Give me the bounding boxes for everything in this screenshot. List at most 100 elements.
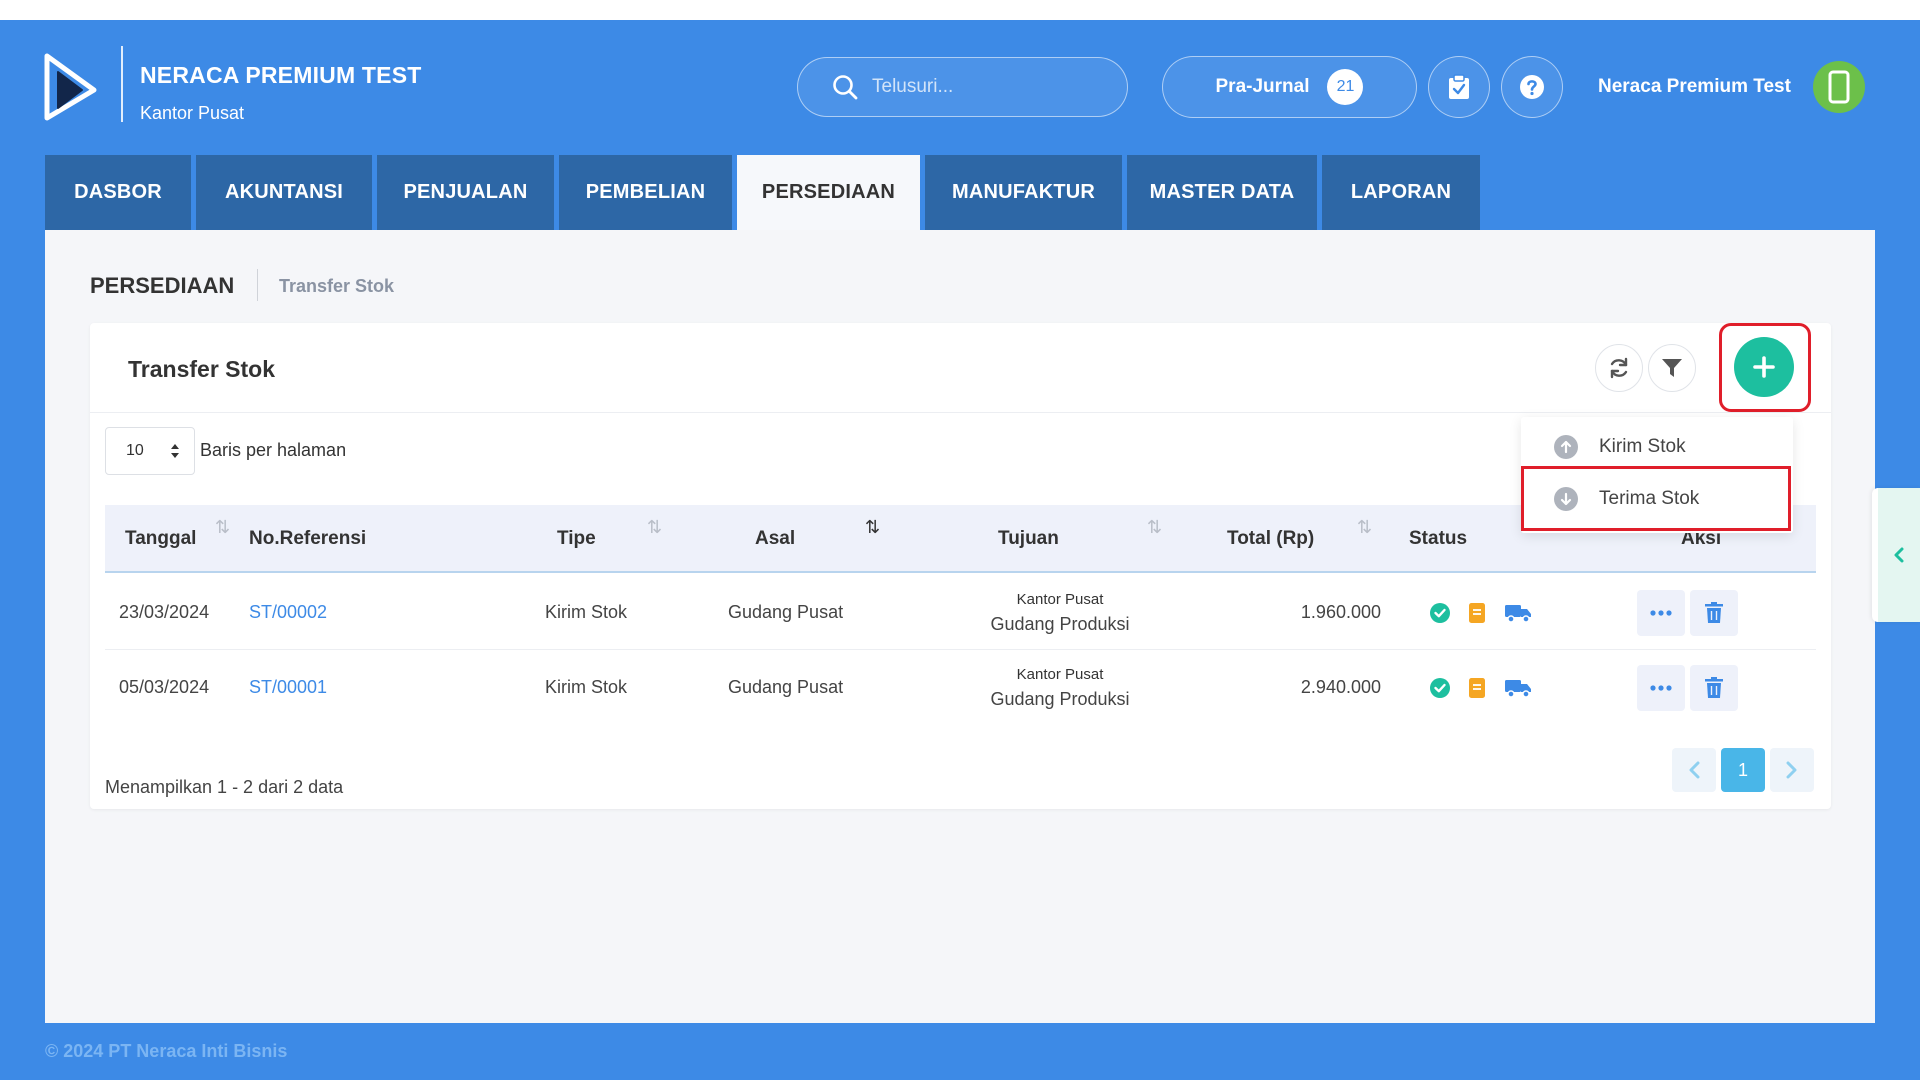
more-actions-button[interactable] — [1637, 665, 1685, 711]
delete-button[interactable] — [1690, 590, 1738, 636]
prev-page-button[interactable] — [1672, 748, 1716, 792]
check-circle-icon — [1430, 602, 1450, 623]
cell-ref-link[interactable]: ST/00001 — [249, 650, 327, 725]
truck-icon — [1505, 604, 1531, 623]
col-tipe[interactable]: Tipe — [557, 505, 596, 573]
avatar[interactable] — [1813, 61, 1865, 113]
user-name[interactable]: Neraca Premium Test — [1598, 76, 1791, 98]
col-status: Status — [1409, 528, 1468, 549]
sort-icon[interactable]: ⇅ — [1357, 517, 1372, 538]
logo-divider — [121, 46, 123, 122]
sort-icon[interactable]: ⇅ — [647, 517, 662, 538]
mobile-icon — [1828, 70, 1850, 104]
rows-per-page-value: 10 — [126, 442, 144, 459]
pagination-info: Menampilkan 1 - 2 dari 2 data — [105, 777, 344, 797]
sort-caret-icon — [171, 444, 179, 458]
tab-master-data[interactable]: MASTER DATA — [1127, 155, 1317, 230]
side-panel-toggle[interactable] — [1872, 488, 1920, 622]
plus-icon — [1753, 356, 1775, 378]
cell-type: Kirim Stok — [545, 677, 628, 697]
prajurnal-button[interactable]: Pra-Jurnal 21 — [1162, 56, 1417, 118]
more-actions-button[interactable] — [1637, 590, 1685, 636]
clipboard-button[interactable] — [1428, 56, 1490, 118]
side-panel-toggle-inner — [1878, 488, 1920, 622]
sort-icon[interactable]: ⇅ — [1147, 517, 1162, 538]
logo-icon — [44, 53, 97, 121]
next-page-button[interactable] — [1770, 748, 1814, 792]
arrow-up-circle-icon — [1554, 435, 1578, 459]
col-asal[interactable]: Asal — [755, 505, 795, 573]
card-title: Transfer Stok — [128, 356, 275, 382]
help-button[interactable] — [1501, 56, 1563, 118]
cell-type: Kirim Stok — [545, 602, 628, 622]
cell-total: 2.940.000 — [1300, 677, 1381, 697]
col-no-referensi[interactable]: No.Referensi — [249, 505, 366, 573]
tab-akuntansi[interactable]: AKUNTANSI — [196, 155, 372, 230]
tab-manufaktur[interactable]: MANUFAKTUR — [925, 155, 1122, 230]
table-row: 05/03/2024 ST/00001 Kirim Stok Gudang Pu… — [105, 650, 1816, 725]
cell-destination: Kantor Pusat Gudang Produksi — [985, 575, 1135, 650]
ellipsis-icon — [1650, 685, 1672, 691]
trash-icon — [1705, 602, 1723, 623]
question-icon — [1520, 75, 1544, 99]
app-frame: NERACA PREMIUM TEST Kantor Pusat Pra-Jur… — [0, 20, 1920, 1080]
table-row: 23/03/2024 ST/00002 Kirim Stok Gudang Pu… — [105, 575, 1816, 650]
filter-icon — [1662, 359, 1682, 377]
document-icon — [1469, 602, 1485, 623]
refresh-button[interactable] — [1595, 344, 1643, 392]
refresh-icon — [1610, 357, 1628, 379]
cell-status — [1430, 650, 1532, 725]
document-icon — [1469, 677, 1485, 698]
cell-ref-link[interactable]: ST/00002 — [249, 575, 327, 650]
cell-date: 23/03/2024 — [119, 602, 210, 622]
card-header-divider — [90, 412, 1831, 413]
clipboard-check-icon — [1449, 74, 1469, 99]
search-box[interactable] — [797, 57, 1128, 117]
cell-origin: Gudang Pusat — [728, 602, 844, 622]
col-tujuan[interactable]: Tujuan — [998, 505, 1059, 573]
cell-status — [1430, 575, 1532, 650]
chevron-left-icon — [1689, 761, 1700, 779]
truck-icon — [1505, 679, 1531, 698]
filter-button[interactable] — [1648, 344, 1696, 392]
dest-warehouse: Gudang Produksi — [990, 613, 1130, 634]
tab-persediaan[interactable]: PERSEDIAAN — [737, 155, 920, 230]
rows-per-page-label: Baris per halaman — [200, 440, 347, 460]
prajurnal-label: Pra-Jurnal — [1215, 76, 1310, 97]
prajurnal-count-badge: 21 — [1327, 69, 1364, 105]
col-total[interactable]: Total (Rp) — [1227, 505, 1314, 573]
transfer-stok-card: Transfer Stok 10 Baris per halaman Tangg… — [90, 323, 1831, 809]
tab-dasbor[interactable]: DASBOR — [45, 155, 191, 230]
menu-item-label: Kirim Stok — [1599, 436, 1686, 457]
tab-penjualan[interactable]: PENJUALAN — [377, 155, 554, 230]
cell-destination: Kantor Pusat Gudang Produksi — [985, 650, 1135, 725]
trash-icon — [1705, 677, 1723, 698]
dest-branch: Kantor Pusat — [1016, 665, 1104, 683]
tab-laporan[interactable]: LAPORAN — [1322, 155, 1480, 230]
ellipsis-icon — [1650, 610, 1672, 616]
breadcrumb-divider — [257, 269, 258, 301]
branch-name: Kantor Pusat — [140, 103, 245, 123]
check-circle-icon — [1430, 677, 1450, 698]
company-name: NERACA PREMIUM TEST — [140, 62, 422, 88]
breadcrumb-page: Transfer Stok — [279, 276, 395, 296]
terima-stok-highlight — [1521, 466, 1791, 531]
chevron-right-icon — [1786, 761, 1797, 779]
add-button[interactable] — [1734, 337, 1794, 397]
sort-active-icon[interactable]: ⇅ — [865, 517, 880, 538]
chevron-left-icon — [1894, 547, 1904, 563]
col-tanggal[interactable]: Tanggal — [125, 505, 196, 573]
dest-warehouse: Gudang Produksi — [990, 688, 1130, 709]
page-button-current[interactable]: 1 — [1721, 748, 1765, 792]
cell-date: 05/03/2024 — [119, 677, 210, 697]
sort-icon[interactable]: ⇅ — [215, 517, 230, 538]
cell-total: 1.960.000 — [1300, 602, 1381, 622]
content-area: PERSEDIAAN Transfer Stok Transfer Stok 1… — [45, 230, 1875, 1023]
breadcrumb-section: PERSEDIAAN — [90, 273, 235, 298]
copyright-text: © 2024 PT Neraca Inti Bisnis — [45, 1041, 288, 1061]
cell-origin: Gudang Pusat — [728, 677, 844, 697]
search-input[interactable] — [872, 76, 1092, 98]
rows-per-page-select[interactable]: 10 — [105, 427, 195, 475]
tab-pembelian[interactable]: PEMBELIAN — [559, 155, 732, 230]
delete-button[interactable] — [1690, 665, 1738, 711]
